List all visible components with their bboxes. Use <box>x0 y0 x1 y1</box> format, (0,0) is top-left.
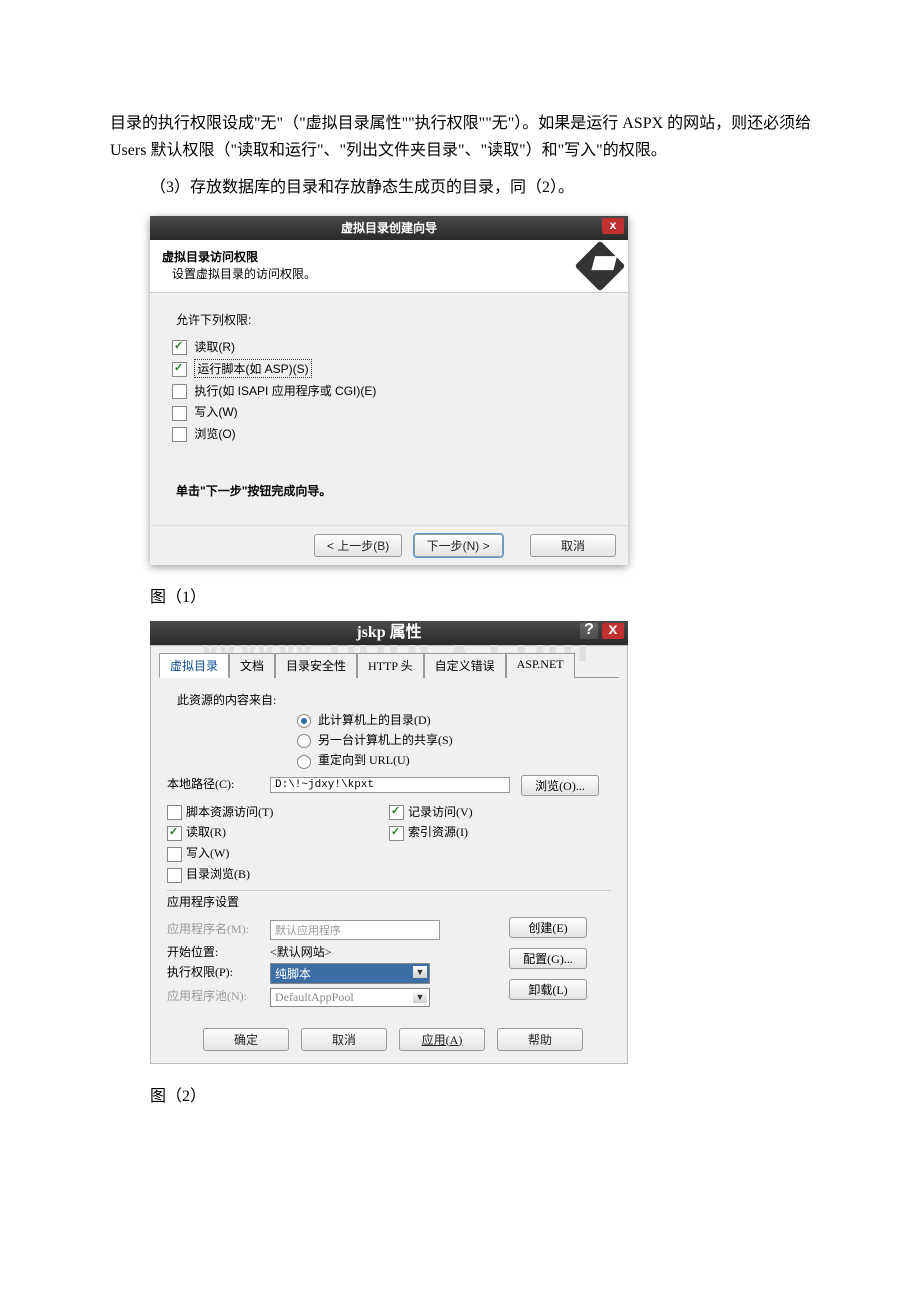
start-location-label: 开始位置: <box>167 943 267 960</box>
apply-button[interactable]: 应用(A) <box>399 1028 485 1051</box>
close-icon[interactable]: x <box>602 623 624 639</box>
checkbox-icon[interactable] <box>172 427 187 442</box>
browse-button[interactable]: 浏览(O)... <box>521 775 599 796</box>
checkbox-icon[interactable] <box>172 406 187 421</box>
source-label: 此资源的内容来自: <box>177 691 611 708</box>
tab-virtual-directory[interactable]: 虚拟目录 <box>159 653 229 678</box>
checkbox-icon[interactable] <box>172 362 187 377</box>
ok-button[interactable]: 确定 <box>203 1028 289 1051</box>
exec-permission-label: 执行权限(P): <box>167 963 267 980</box>
tab-panel: 此资源的内容来自: 此计算机上的目录(D) 另一台计算机上的共享(S) 重定向到… <box>161 684 617 1018</box>
tab-custom-errors[interactable]: 自定义错误 <box>424 653 506 678</box>
check-label: 读取(R) <box>194 340 235 354</box>
properties-title: jskp 属性 <box>356 624 421 641</box>
check-browse[interactable]: 浏览(O) <box>172 425 606 442</box>
properties-dialog: jskp 属性 ? x 虚拟目录 文档 目录安全性 HTTP 头 自定义错误 A… <box>150 621 628 1064</box>
check-label: 执行(如 ISAPI 应用程序或 CGI)(E) <box>194 384 376 398</box>
check-dir-browse[interactable]: 目录浏览(B) <box>167 865 389 883</box>
check-index-resource[interactable]: 索引资源(I) <box>389 823 611 841</box>
check-label: 记录访问(V) <box>408 805 473 819</box>
check-read[interactable]: 读取(R) <box>167 823 389 841</box>
check-execute[interactable]: 执行(如 ISAPI 应用程序或 CGI)(E) <box>172 382 606 399</box>
app-pool-select: DefaultAppPool ▼ <box>270 988 430 1007</box>
checkbox-icon[interactable] <box>167 805 182 820</box>
allow-label: 允许下列权限: <box>176 311 606 328</box>
paragraph-3: （3）存放数据库的目录和存放静态生成页的目录，同（2）。 <box>110 174 820 201</box>
wizard-header-sub: 设置虚拟目录的访问权限。 <box>172 267 316 281</box>
wizard-body: 允许下列权限: 读取(R) 运行脚本(如 ASP)(S) 执行(如 ISAPI … <box>150 293 628 525</box>
tab-http-headers[interactable]: HTTP 头 <box>357 653 424 678</box>
wizard-dialog: 虚拟目录创建向导 x 虚拟目录访问权限 设置虚拟目录的访问权限。 允许下列权限:… <box>150 216 628 565</box>
app-pool-label: 应用程序池(N): <box>167 987 267 1004</box>
wizard-header: 虚拟目录访问权限 设置虚拟目录的访问权限。 <box>150 240 628 293</box>
app-name-input: 默认应用程序 <box>270 920 440 940</box>
figure-1-label: 图（1） <box>150 583 820 607</box>
help-button[interactable]: 帮助 <box>497 1028 583 1051</box>
radio-icon[interactable] <box>297 755 311 769</box>
check-log-visits[interactable]: 记录访问(V) <box>389 803 611 821</box>
create-button[interactable]: 创建(E) <box>509 917 587 938</box>
radio-label: 另一台计算机上的共享(S) <box>318 733 453 747</box>
local-path-input[interactable]: D:\!~jdxy!\kpxt <box>270 777 510 793</box>
back-button[interactable]: < 上一步(B) <box>314 534 402 557</box>
chevron-down-icon: ▼ <box>413 991 427 1003</box>
check-label: 读取(R) <box>186 825 226 839</box>
radio-network-share[interactable]: 另一台计算机上的共享(S) <box>297 731 611 748</box>
checkbox-icon[interactable] <box>389 826 404 841</box>
radio-icon[interactable] <box>297 714 311 728</box>
wizard-banner-icon <box>582 248 618 284</box>
check-label: 写入(W) <box>186 846 229 860</box>
check-run-scripts[interactable]: 运行脚本(如 ASP)(S) <box>172 359 606 378</box>
local-path-label: 本地路径(C): <box>167 775 267 792</box>
check-read[interactable]: 读取(R) <box>172 338 606 355</box>
config-button[interactable]: 配置(G)... <box>509 948 587 969</box>
unload-button[interactable]: 卸载(L) <box>509 979 587 1000</box>
app-name-label: 应用程序名(M): <box>167 920 267 937</box>
tabs: 虚拟目录 文档 目录安全性 HTTP 头 自定义错误 ASP.NET <box>159 652 619 678</box>
check-write[interactable]: 写入(W) <box>167 844 389 862</box>
select-value: DefaultAppPool <box>275 990 354 1004</box>
wizard-footer: < 上一步(B) 下一步(N) > 取消 <box>150 525 628 565</box>
cancel-button[interactable]: 取消 <box>530 534 616 557</box>
checkbox-icon[interactable] <box>167 868 182 883</box>
next-button[interactable]: 下一步(N) > <box>414 534 503 557</box>
cancel-button[interactable]: 取消 <box>301 1028 387 1051</box>
check-label: 脚本资源访问(T) <box>186 805 273 819</box>
check-label: 索引资源(I) <box>408 825 468 839</box>
radio-label: 此计算机上的目录(D) <box>318 713 431 727</box>
checkbox-icon[interactable] <box>172 340 187 355</box>
check-label: 写入(W) <box>194 405 237 419</box>
checkbox-icon[interactable] <box>172 384 187 399</box>
checkbox-icon[interactable] <box>167 826 182 841</box>
radio-label: 重定向到 URL(U) <box>318 753 410 767</box>
check-write[interactable]: 写入(W) <box>172 403 606 420</box>
check-script-access[interactable]: 脚本资源访问(T) <box>167 803 389 821</box>
check-label: 浏览(O) <box>194 427 235 441</box>
wizard-finish-hint: 单击"下一步"按钮完成向导。 <box>176 482 606 499</box>
tab-directory-security[interactable]: 目录安全性 <box>275 653 357 678</box>
tab-documents[interactable]: 文档 <box>229 653 275 678</box>
help-icon[interactable]: ? <box>580 623 598 639</box>
chevron-down-icon[interactable]: ▼ <box>413 966 427 978</box>
select-value: 纯脚本 <box>275 967 311 981</box>
properties-footer: 确定 取消 应用(A) 帮助 <box>161 1018 617 1051</box>
check-label: 目录浏览(B) <box>186 867 250 881</box>
wizard-header-bold: 虚拟目录访问权限 <box>162 250 258 264</box>
radio-local-dir[interactable]: 此计算机上的目录(D) <box>297 711 611 728</box>
close-icon[interactable]: x <box>602 218 624 234</box>
figure-2-label: 图（2） <box>150 1082 820 1106</box>
exec-permission-select[interactable]: 纯脚本 ▼ <box>270 963 430 984</box>
radio-redirect-url[interactable]: 重定向到 URL(U) <box>297 751 611 768</box>
check-label: 运行脚本(如 ASP)(S) <box>194 359 311 378</box>
properties-titlebar: jskp 属性 ? x <box>150 621 628 645</box>
tab-aspnet[interactable]: ASP.NET <box>506 653 575 678</box>
checkbox-icon[interactable] <box>167 847 182 862</box>
paragraph-1: 目录的执行权限设成"无"（"虚拟目录属性""执行权限""无"）。如果是运行 AS… <box>110 110 820 164</box>
wizard-titlebar: 虚拟目录创建向导 x <box>150 216 628 240</box>
radio-icon[interactable] <box>297 734 311 748</box>
app-settings-label: 应用程序设置 <box>167 890 611 910</box>
wizard-title: 虚拟目录创建向导 <box>341 221 437 235</box>
checkbox-icon[interactable] <box>389 805 404 820</box>
start-location-value: <默认网站> <box>270 945 332 959</box>
